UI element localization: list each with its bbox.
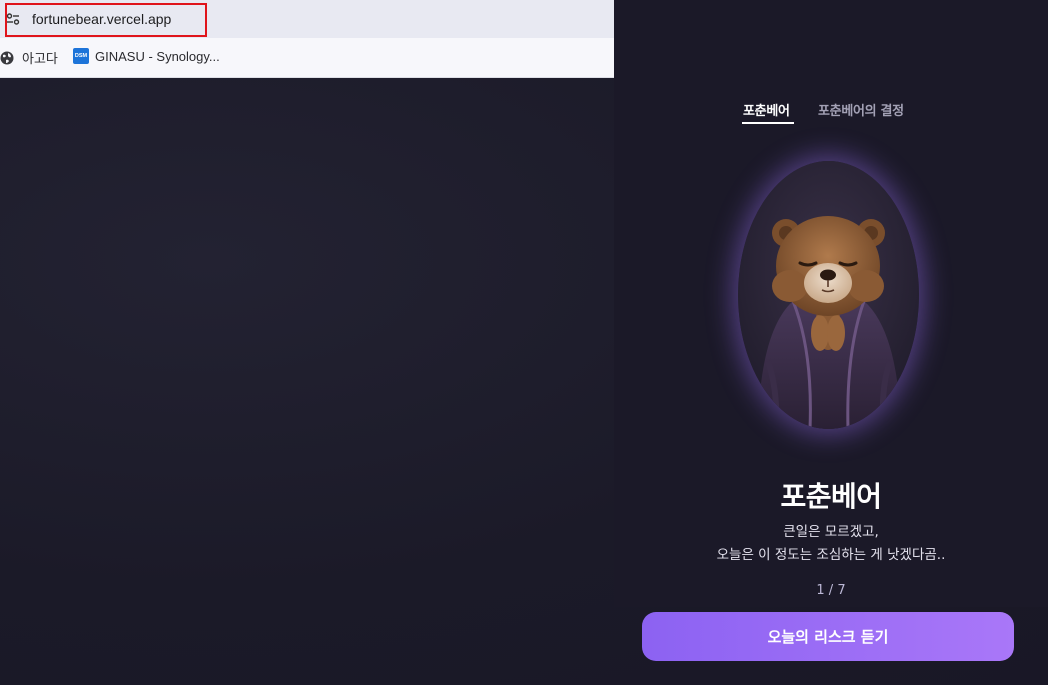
site-info-icon[interactable]: [6, 12, 20, 26]
bookmark-label: 아고다: [22, 51, 58, 66]
bookmark-agoda[interactable]: 아고다: [0, 48, 58, 67]
bookmark-label: GINASU - Synology...: [95, 48, 220, 64]
bear-monk-illustration: [738, 161, 919, 429]
tab-fortune-bear-decision[interactable]: 포춘베어의 결정: [818, 100, 904, 119]
listen-risk-button[interactable]: 오늘의 리스크 듣기: [642, 612, 1014, 661]
active-tab-indicator: [742, 122, 794, 124]
bookmark-synology[interactable]: DSM GINASU - Synology...: [73, 48, 220, 64]
page-indicator: 1 / 7: [816, 583, 846, 598]
bear-portrait: [738, 161, 919, 429]
tab-fortune-bear[interactable]: 포춘베어: [743, 100, 790, 119]
globe-icon: [0, 51, 14, 64]
fortune-description: 큰일은 모르겠고, 오늘은 이 정도는 조심하는 게 낫겠다곰..: [614, 521, 1048, 567]
description-line: 오늘은 이 정도는 조심하는 게 낫겠다곰..: [716, 547, 946, 563]
dsm-icon: DSM: [73, 48, 89, 64]
url-text[interactable]: fortunebear.vercel.app: [32, 11, 171, 27]
description-line: 큰일은 모르겠고,: [783, 524, 879, 540]
page-title: 포춘베어: [780, 480, 882, 513]
